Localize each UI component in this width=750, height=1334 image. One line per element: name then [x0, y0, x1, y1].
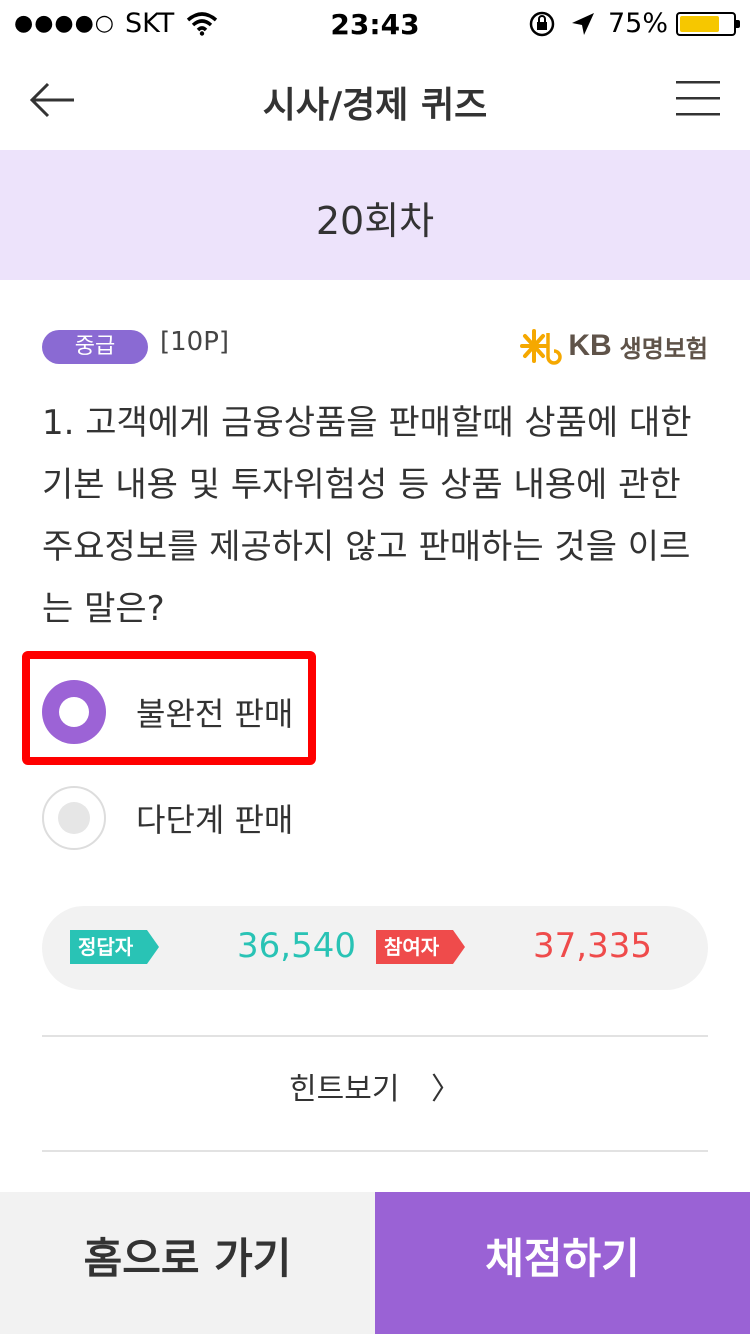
- rotation-lock-icon: [529, 11, 555, 36]
- status-bar: ●●●●○ SKT 23:43 75%: [0, 0, 750, 50]
- option-1[interactable]: 불완전 판매: [42, 680, 293, 744]
- battery-percent: 75%: [607, 8, 668, 39]
- divider-top: [42, 1035, 708, 1037]
- question-text: 1. 고객에게 금융상품을 판매할때 상품에 대한 기본 내용 및 투자위험성 …: [42, 403, 692, 629]
- participants-count: 37,335: [533, 926, 652, 966]
- kb-star-icon: [520, 329, 563, 365]
- page-title: 시사/경제 퀴즈: [262, 85, 488, 126]
- correct-tag: 정답자: [70, 930, 160, 964]
- sponsor-brand: KB: [568, 329, 612, 362]
- points-label: [10P]: [160, 327, 230, 357]
- correct-count: 36,540: [237, 926, 356, 966]
- navigation-bar: 시사/경제 퀴즈: [0, 50, 750, 150]
- option-2[interactable]: 다단계 판매: [42, 786, 293, 850]
- system-indicators: 75%: [528, 8, 740, 39]
- participants-tag: 참여자: [376, 930, 466, 964]
- sponsor-logo: KB 생명보험: [520, 327, 708, 365]
- hint-link[interactable]: 힌트보기 〉: [0, 1064, 750, 1108]
- divider-bottom: [42, 1150, 708, 1152]
- location-arrow-icon: [571, 12, 594, 35]
- option-1-label: 불완전 판매: [136, 695, 294, 733]
- grade-button[interactable]: 채점하기: [375, 1192, 750, 1334]
- hint-label[interactable]: 힌트보기: [289, 1072, 399, 1107]
- round-banner: 20회차: [0, 150, 750, 280]
- sponsor-name: 생명보험: [619, 334, 708, 363]
- hamburger-menu-icon[interactable]: [676, 80, 720, 116]
- battery-fill: [680, 15, 719, 32]
- option-2-label: 다단계 판매: [136, 801, 294, 839]
- round-label: 20회차: [315, 199, 435, 243]
- radio-unselected-icon[interactable]: [42, 786, 106, 850]
- battery-icon: [676, 11, 740, 36]
- level-badge: 중급: [42, 330, 148, 364]
- chevron-right-icon[interactable]: 〉: [431, 1064, 461, 1108]
- quiz-stats: 정답자 36,540 참여자 37,335: [42, 906, 708, 990]
- radio-selected-icon[interactable]: [42, 680, 106, 744]
- go-home-button[interactable]: 홈으로 가기: [0, 1192, 375, 1334]
